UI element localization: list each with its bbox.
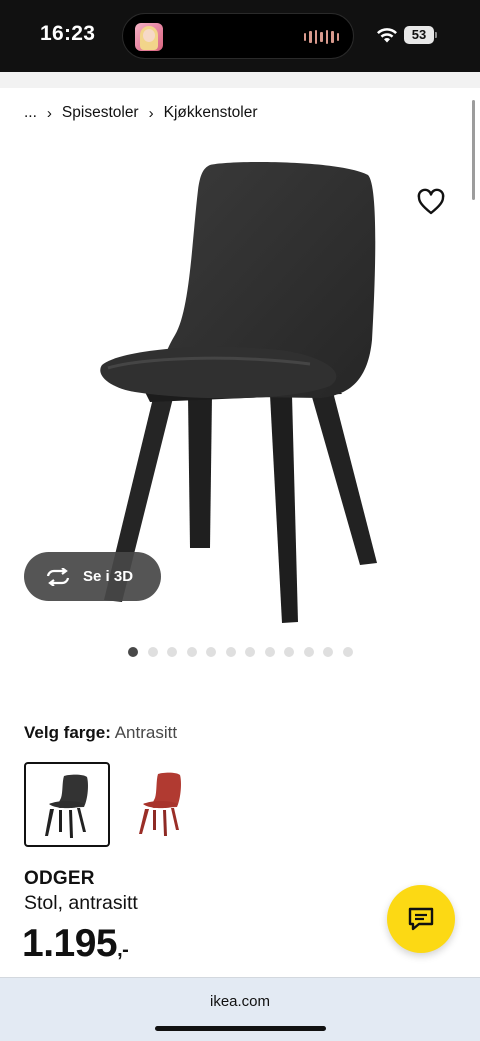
status-time: 16:23 <box>40 22 96 45</box>
url-text[interactable]: ikea.com <box>0 993 480 1010</box>
carousel-dot[interactable] <box>186 647 197 657</box>
price-value: 1.195 <box>22 922 118 965</box>
breadcrumb-ellipsis[interactable]: ... <box>24 104 37 122</box>
breadcrumb-item-spisestoler[interactable]: Spisestoler <box>62 104 139 122</box>
chat-icon <box>408 907 434 931</box>
color-heading: Velg farge: Antrasitt <box>24 723 177 743</box>
audio-waveform-icon <box>303 29 339 45</box>
carousel-dot[interactable] <box>206 647 216 657</box>
carousel-dot[interactable] <box>167 647 177 657</box>
wifi-icon <box>377 28 397 43</box>
product-name: ODGER <box>24 868 95 889</box>
product-description: Stol, antrasitt <box>24 892 138 914</box>
selected-color-name: Antrasitt <box>114 723 178 742</box>
carousel-dot[interactable] <box>342 647 353 657</box>
chat-button[interactable] <box>387 885 455 953</box>
color-swatch-red[interactable] <box>117 762 203 847</box>
carousel-dot[interactable] <box>245 647 255 657</box>
battery-tip <box>435 32 437 38</box>
color-swatch-antrasitt[interactable] <box>24 762 110 847</box>
header-strip <box>0 72 480 88</box>
breadcrumb: ... › Spisestoler › Kjøkkenstoler <box>24 102 258 124</box>
battery-icon: 53 <box>404 26 434 44</box>
view-in-3d-button[interactable]: Se i 3D <box>24 552 161 601</box>
breadcrumb-item-kjokkenstoler[interactable]: Kjøkkenstoler <box>164 104 258 122</box>
color-heading-label: Velg farge: <box>24 723 111 742</box>
carousel-dot[interactable] <box>303 647 314 657</box>
carousel-dot[interactable] <box>128 647 138 657</box>
price-suffix: ,- <box>117 939 129 961</box>
carousel-dot[interactable] <box>147 647 158 657</box>
carousel-dot[interactable] <box>264 647 275 657</box>
dynamic-island[interactable] <box>122 13 354 59</box>
carousel-dots <box>128 647 353 657</box>
carousel-dot[interactable] <box>323 647 333 657</box>
now-playing-artwork-icon <box>135 23 163 51</box>
carousel-dot[interactable] <box>225 647 236 657</box>
home-indicator[interactable] <box>155 1026 326 1031</box>
scrollbar[interactable] <box>472 100 475 200</box>
rotate-3d-icon <box>46 567 70 586</box>
chair-thumbnail-icon <box>139 772 181 836</box>
chair-thumbnail-icon <box>45 774 88 838</box>
status-bar: 16:23 53 <box>0 0 480 72</box>
heart-icon[interactable] <box>416 188 446 216</box>
product-price: 1.195,- <box>22 922 129 966</box>
view-3d-label: Se i 3D <box>83 568 134 585</box>
chevron-right-icon: › <box>46 104 52 122</box>
chevron-right-icon: › <box>148 104 154 122</box>
carousel-dot[interactable] <box>284 647 294 657</box>
browser-url-bar[interactable]: ikea.com <box>0 977 480 1041</box>
